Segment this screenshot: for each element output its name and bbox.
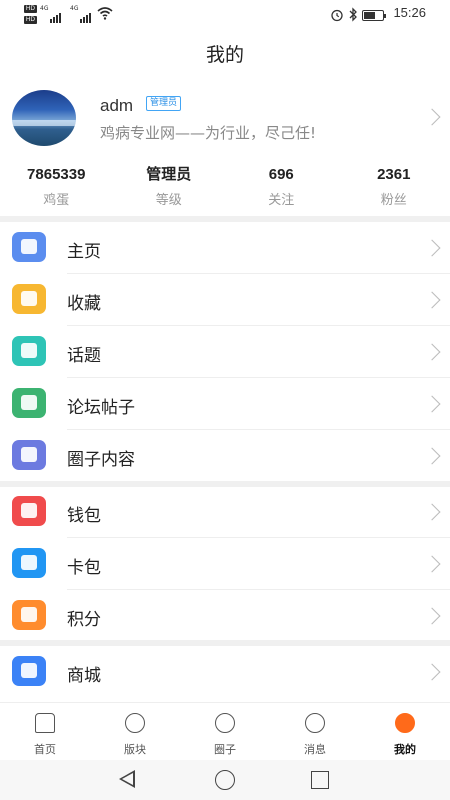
picture-icon [12, 232, 46, 262]
chevron-right-icon [423, 503, 441, 521]
menu-item-label: 论坛帖子 [67, 398, 135, 418]
menu-item-points[interactable]: 积分 [0, 590, 450, 642]
stat-value: 2361 [377, 166, 411, 183]
profile-icon [395, 713, 415, 733]
stat-value: 696 [268, 166, 294, 183]
signal-indicators: HD HD 4G 4G [24, 4, 124, 26]
stats-row: 7865339 鸡蛋 管理员 等级 696 关注 2361 粉丝 [0, 164, 450, 212]
chevron-right-icon [423, 447, 441, 465]
tab-home[interactable]: 首页 [0, 703, 90, 760]
bluetooth-icon [349, 7, 357, 22]
card-icon [12, 548, 46, 578]
menu-item-label: 商城 [67, 666, 101, 686]
menu-item-mall[interactable]: 商城 [0, 646, 450, 698]
stat-label: 关注 [268, 193, 295, 208]
hashtag-chat-icon [12, 336, 46, 366]
chevron-right-icon [423, 343, 441, 361]
tab-profile[interactable]: 我的 [360, 703, 450, 760]
tab-circles[interactable]: 圈子 [180, 703, 270, 760]
tab-sections[interactable]: 版块 [90, 703, 180, 760]
chevron-right-icon [423, 291, 441, 309]
profile-card[interactable]: adm 管理员 鸡病专业网——为行业，尽己任! [0, 85, 450, 155]
alarm-icon [331, 9, 343, 22]
stat-label: 鸡蛋 [43, 193, 70, 208]
avatar[interactable] [12, 90, 76, 146]
username: adm [100, 96, 134, 115]
spiral-icon [12, 440, 46, 470]
role-badge: 管理员 [146, 96, 182, 111]
menu-item-forum-posts[interactable]: 论坛帖子 [0, 378, 450, 430]
chevron-right-icon [423, 555, 441, 573]
menu-item-label: 卡包 [67, 558, 101, 578]
hd-badge: HD [24, 5, 37, 13]
stat-value: 7865339 [27, 166, 86, 183]
menu-item-label: 主页 [67, 242, 101, 262]
signal-icon: 4G [40, 5, 62, 23]
home-icon [35, 713, 55, 733]
bottom-tab-bar: 首页 版块 圈子 消息 我的 [0, 702, 450, 760]
tab-label: 版块 [124, 743, 146, 756]
home-circle-icon[interactable] [215, 770, 235, 790]
recent-apps-icon[interactable] [311, 771, 329, 789]
stat-eggs[interactable]: 7865339 鸡蛋 [0, 164, 113, 212]
hd-badge: HD [24, 16, 37, 24]
menu-item-card-wallet[interactable]: 卡包 [0, 538, 450, 590]
chat-bubbles-icon [12, 388, 46, 418]
tab-label: 我的 [394, 743, 416, 756]
menu-item-label: 钱包 [67, 506, 101, 526]
battery-icon [362, 10, 386, 21]
menu-item-circle-content[interactable]: 圈子内容 [0, 430, 450, 482]
menu-item-wallet[interactable]: 钱包 [0, 486, 450, 538]
system-nav-bar [0, 760, 450, 800]
wallet-icon [12, 496, 46, 526]
page-title: 我的 [205, 44, 244, 66]
stat-value: 管理员 [146, 166, 192, 183]
coins-icon [12, 600, 46, 630]
stat-fans[interactable]: 2361 粉丝 [338, 164, 450, 212]
menu-item-favorites[interactable]: 收藏 [0, 274, 450, 326]
status-time: 15:26 [393, 5, 426, 20]
chevron-right-icon [423, 607, 441, 625]
menu-item-home[interactable]: 主页 [0, 222, 450, 274]
stat-label: 等级 [155, 193, 182, 208]
chevron-right-icon [423, 239, 441, 257]
stat-label: 粉丝 [380, 193, 407, 208]
chevron-right-icon [423, 395, 441, 413]
chevron-right-icon [423, 108, 441, 126]
tab-label: 消息 [304, 743, 326, 756]
box-icon [12, 284, 46, 314]
chevron-right-icon [423, 663, 441, 681]
hexagon-icon [125, 713, 145, 733]
stat-level[interactable]: 管理员 等级 [113, 164, 226, 212]
profile-signature: 鸡病专业网——为行业，尽己任! [100, 124, 317, 142]
message-icon [305, 713, 325, 733]
back-icon[interactable] [119, 770, 135, 788]
tab-label: 首页 [34, 743, 56, 756]
menu-item-label: 话题 [67, 346, 101, 366]
status-bar: HD HD 4G 4G 15:26 [0, 0, 450, 30]
circle-icon [215, 713, 235, 733]
tab-messages[interactable]: 消息 [270, 703, 360, 760]
menu-item-topics[interactable]: 话题 [0, 326, 450, 378]
stat-following[interactable]: 696 关注 [225, 164, 338, 212]
tab-label: 圈子 [214, 743, 236, 756]
menu-item-label: 积分 [67, 610, 101, 630]
menu-item-label: 圈子内容 [67, 450, 135, 470]
signal-icon: 4G [70, 5, 92, 23]
wifi-icon [97, 7, 113, 20]
store-icon [12, 656, 46, 686]
menu-item-label: 收藏 [67, 294, 101, 314]
